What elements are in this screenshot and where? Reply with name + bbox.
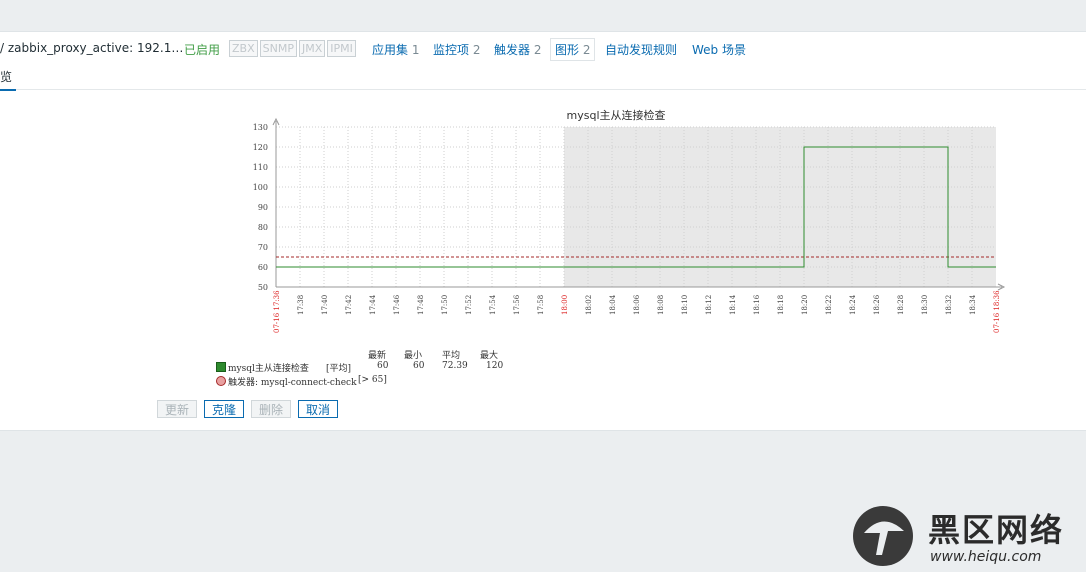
legend-header-min: 最小 [404,351,423,361]
delete-button[interactable]: 删除 [251,400,292,418]
link-applications[interactable]: 应用集 1 [372,41,419,58]
host-nav-bar: / zabbix_proxy_active: 192.1… 已启用 ZBX SN… [0,31,1086,66]
x-tick-label: 18:10 [681,295,689,315]
chart-title: mysql主从连接检查 [567,108,666,122]
x-tick-label: 18:00 [561,295,569,315]
legend-item-name: mysql主从连接检查 [228,364,309,374]
legend-item-min: 60 [413,361,425,371]
form-buttons: 更新 克隆 删除 取消 [157,400,339,418]
x-tick-label: 18:18 [777,295,785,315]
badge-snmp: SNMP [259,40,297,57]
y-tick-label: 80 [258,223,268,232]
y-tick-label: 110 [253,163,268,172]
y-tick-label: 90 [258,203,268,212]
watermark-url: www.heiqu.com [930,549,1042,565]
x-tick-label: 18:06 [633,294,641,315]
y-tick-label: 60 [258,263,268,272]
x-tick-label: 17:42 [345,295,353,315]
x-tick-label: 17:54 [489,294,497,315]
legend-item-max: 120 [486,361,504,371]
x-tick-label: 18:34 [969,294,977,315]
breadcrumb-host[interactable]: / zabbix_proxy_active: 192.1… [0,41,183,55]
clone-button[interactable]: 克隆 [204,400,245,418]
link-triggers[interactable]: 触发器 2 [494,41,541,58]
x-edge-label: 07-16 17:36 [273,290,281,333]
legend-trigger-cond: [> 65] [358,375,387,385]
link-graphs[interactable]: 图形 2 [550,38,596,61]
y-tick-label: 50 [258,283,268,292]
x-tick-label: 17:46 [393,294,401,315]
y-tick-label: 100 [253,183,268,192]
legend-item-avg: 72.39 [442,361,468,371]
badge-ipmi: IPMI [327,40,356,57]
x-tick-label: 18:02 [585,295,593,315]
y-tick-label: 120 [253,143,268,152]
x-tick-label: 18:08 [657,295,665,315]
x-tick-label: 18:04 [609,294,617,315]
cancel-button[interactable]: 取消 [298,400,339,418]
legend-swatch-trigger [216,376,226,386]
x-tick-label: 17:38 [297,295,305,315]
legend-item-func: [平均] [326,364,352,374]
y-tick-label: 130 [253,123,268,132]
x-tick-label: 17:48 [417,295,425,315]
x-tick-label: 17:56 [513,294,521,315]
x-tick-label: 18:22 [825,295,833,315]
badge-zbx: ZBX [229,40,258,57]
link-web-scenarios[interactable]: Web 场景 [692,41,746,58]
x-tick-label: 17:40 [321,295,329,315]
legend-header-avg: 平均 [442,351,461,361]
y-tick-label: 70 [258,243,268,252]
top-strip [0,0,1086,31]
x-edge-label: 07-16 18:36 [993,290,1001,333]
link-items[interactable]: 监控项 2 [433,41,480,58]
x-tick-label: 18:32 [945,295,953,315]
x-tick-label: 18:14 [729,294,737,315]
x-tick-label: 17:50 [441,295,449,315]
x-tick-label: 17:58 [537,295,545,315]
availability-badges: ZBX SNMP JMX IPMI [229,40,356,57]
watermark: 黑区网络 www.heiqu.com [852,505,1082,567]
watermark-logo-icon [853,506,913,566]
graph-content: 览 mysql主从连接检查 50 60 70 80 90 100 110 120 130 17:38… [0,65,1086,431]
legend-swatch-item [216,362,226,372]
badge-jmx: JMX [298,40,326,57]
x-tick-label: 18:20 [801,295,809,315]
x-tick-label: 18:16 [753,294,761,315]
x-tick-label: 18:24 [849,294,857,315]
watermark-text: 黑区网络 [928,511,1065,549]
link-discovery-rules[interactable]: 自动发现规则 [605,41,677,58]
legend-item-last: 60 [377,361,389,371]
x-tick-label: 18:30 [921,295,929,315]
x-tick-label: 18:28 [897,295,905,315]
x-tick-label: 17:52 [465,295,473,315]
x-tick-label: 17:44 [369,294,377,315]
update-button[interactable]: 更新 [157,400,198,418]
legend-trigger-label: 触发器: mysql-connect-check [228,378,357,388]
x-tick-label: 18:26 [873,294,881,315]
status-enabled[interactable]: 已启用 [184,41,220,58]
graph-chart: mysql主从连接检查 50 60 70 80 90 100 110 120 130 17:38 17… [253,108,1006,333]
x-tick-label: 18:12 [705,295,713,315]
legend-header-max: 最大 [480,351,499,361]
legend-header-last: 最新 [368,351,387,361]
